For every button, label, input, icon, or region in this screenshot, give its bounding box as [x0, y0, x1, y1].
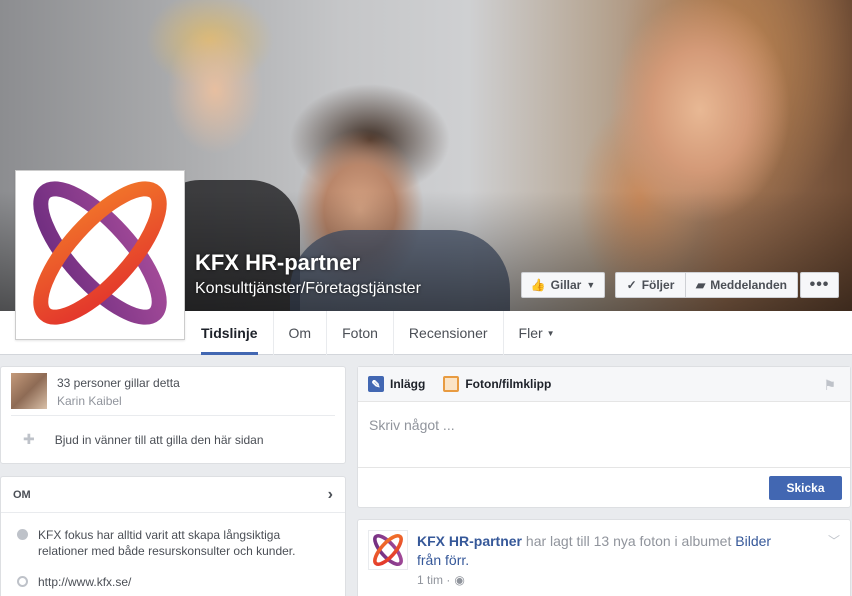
tab-post[interactable]: ✎ Inlägg — [368, 376, 425, 392]
chevron-down-icon[interactable]: ﹀ — [828, 532, 840, 549]
divider — [11, 415, 335, 416]
chevron-right-icon: › — [327, 485, 333, 503]
globe-icon: ◉ — [454, 573, 465, 587]
tab-timeline[interactable]: Tidslinje — [186, 311, 274, 355]
story-action: har lagt till 13 nya foton i albumet — [525, 533, 732, 549]
composer-footer: Skicka — [358, 467, 850, 507]
add-person-icon: ✚ — [23, 431, 35, 447]
about-card: OM › KFX fokus har alltid varit att skap… — [0, 476, 346, 596]
about-title: OM — [13, 488, 31, 501]
pencil-icon: ✎ — [368, 376, 384, 392]
send-button[interactable]: Skicka — [769, 476, 842, 500]
tab-label: Fler — [518, 325, 543, 341]
about-header[interactable]: OM › — [1, 477, 345, 513]
photo-icon — [443, 376, 460, 392]
story-avatar[interactable] — [368, 530, 408, 570]
tab-reviews[interactable]: Recensioner — [394, 311, 504, 355]
info-icon — [17, 529, 28, 540]
story-actor[interactable]: KFX HR-partner — [417, 533, 522, 549]
invite-friends[interactable]: ✚ Bjud in vänner till att gilla den här … — [23, 431, 264, 448]
composer-input[interactable]: Skriv något ... — [369, 417, 455, 433]
profile-picture[interactable] — [15, 170, 185, 340]
story-meta: 1 tim · ◉ — [417, 573, 465, 587]
tab-about[interactable]: Om — [274, 311, 328, 355]
like-button[interactable]: 👍 Gillar ▼ — [521, 272, 605, 298]
website-link[interactable]: http://www.kfx.se/ — [38, 574, 131, 590]
page-title[interactable]: KFX HR-partner — [195, 250, 360, 276]
tab-photos[interactable]: Foton — [327, 311, 394, 355]
tab-label: Foton — [342, 325, 378, 341]
globe-icon — [17, 576, 28, 587]
feed-story: KFX HR-partner har lagt till 13 nya foto… — [357, 519, 851, 596]
thumbs-up-icon: 👍 — [530, 278, 546, 292]
tab-photo-video[interactable]: Foton/filmklipp — [443, 376, 551, 392]
more-icon: ••• — [809, 276, 830, 293]
tab-label: Tidslinje — [201, 325, 258, 341]
about-description-text: KFX fokus har alltid varit att skapa lån… — [38, 528, 296, 558]
caret-down-icon: ▼ — [546, 328, 555, 338]
nav-tabs: Tidslinje Om Foton Recensioner Fler ▼ — [186, 311, 570, 355]
message-button[interactable]: ▰ Meddelanden — [685, 272, 798, 298]
more-options-button[interactable]: ••• — [800, 272, 839, 298]
about-description: KFX fokus har alltid varit att skapa lån… — [17, 527, 327, 559]
flag-icon[interactable]: ⚑ — [823, 377, 836, 394]
about-website: http://www.kfx.se/ — [17, 574, 131, 590]
likes-card: 33 personer gillar detta Karin Kaibel ✚ … — [0, 366, 346, 464]
invite-text: Bjud in vänner till att gilla den här si… — [54, 432, 264, 447]
likes-summary[interactable]: 33 personer gillar detta Karin Kaibel — [11, 373, 335, 413]
caret-down-icon: ▼ — [586, 280, 596, 290]
story-headline: KFX HR-partner har lagt till 13 nya foto… — [417, 532, 797, 570]
like-button-label: Gillar — [550, 278, 582, 292]
follow-button[interactable]: ✓ Följer — [615, 272, 686, 298]
checkmark-icon: ✓ — [626, 278, 637, 292]
story-timestamp[interactable]: 1 tim · — [417, 573, 450, 587]
tab-post-label: Inlägg — [390, 377, 426, 391]
kfx-logo — [33, 181, 167, 325]
tab-label: Recensioner — [408, 325, 488, 341]
follow-button-label: Följer — [641, 278, 675, 292]
kfx-logo — [373, 533, 403, 567]
post-composer: ✎ Inlägg Foton/filmklipp ⚑ Skriv något .… — [357, 366, 851, 508]
page-category[interactable]: Konsulttjänster/Företagstjänster — [195, 280, 421, 298]
tab-photo-label: Foton/filmklipp — [465, 377, 552, 391]
message-button-label: Meddelanden — [710, 278, 787, 292]
composer-tabs: ✎ Inlägg Foton/filmklipp ⚑ — [358, 367, 850, 402]
chat-bubble-icon: ▰ — [696, 278, 706, 292]
friend-avatar[interactable] — [11, 373, 47, 409]
friend-name[interactable]: Karin Kaibel — [57, 394, 180, 408]
likes-count[interactable]: 33 personer gillar detta — [57, 376, 180, 390]
tab-more[interactable]: Fler ▼ — [504, 311, 570, 355]
tab-label: Om — [288, 325, 312, 341]
